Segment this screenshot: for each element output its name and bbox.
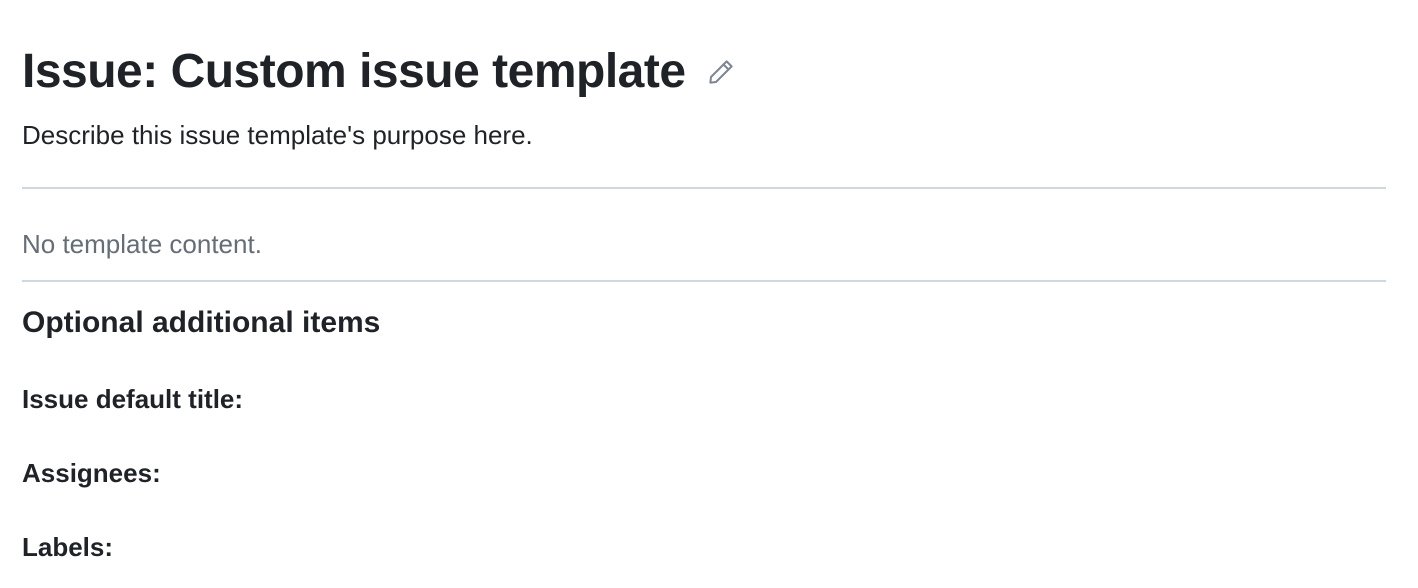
issue-template-page: Issue: Custom issue template Describe th…: [0, 0, 1418, 588]
issue-default-title-label: Issue default title:: [22, 384, 244, 414]
template-description: Describe this issue template's purpose h…: [22, 120, 533, 150]
template-content-empty: No template content.: [22, 229, 262, 259]
title-row: Issue: Custom issue template: [22, 40, 736, 104]
assignees-label: Assignees:: [22, 458, 161, 488]
optional-items-heading: Optional additional items: [22, 306, 381, 339]
labels-label: Labels:: [22, 532, 114, 562]
divider: [22, 280, 1386, 282]
divider: [22, 187, 1386, 189]
pencil-icon[interactable]: [706, 57, 736, 87]
template-title: Issue: Custom issue template: [22, 45, 686, 98]
